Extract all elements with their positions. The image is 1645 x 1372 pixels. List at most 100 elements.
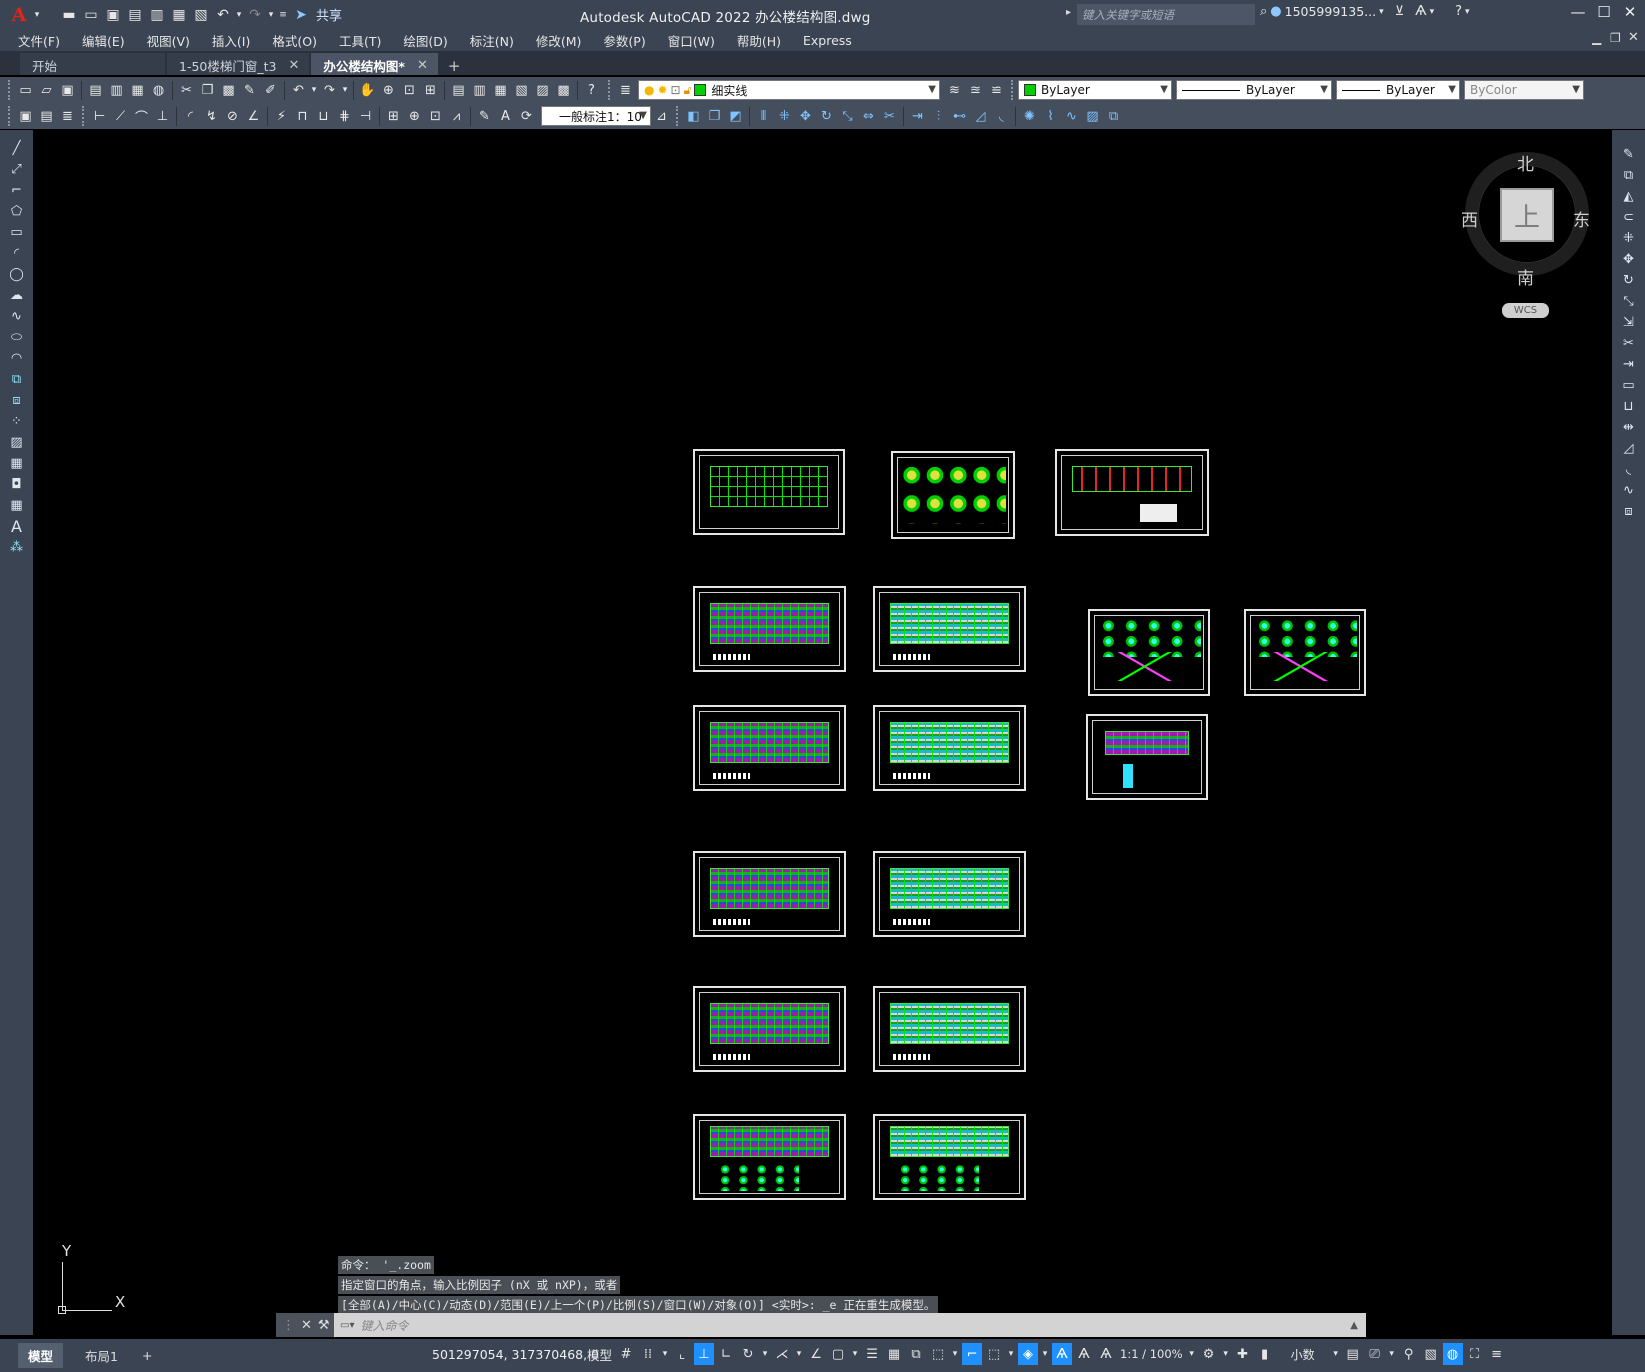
jogged-dim-icon[interactable]: ↯ — [201, 106, 222, 127]
extend-icon[interactable]: ⇥ — [907, 106, 928, 127]
edit-polyline-icon[interactable]: ⌇ — [1040, 106, 1061, 127]
close-window-icon[interactable]: ✕ — [1618, 3, 1642, 21]
save-web-icon[interactable]: ▦ — [168, 4, 190, 26]
layer-on-icon[interactable]: ● — [644, 83, 654, 97]
viewcube-south[interactable]: 南 — [1517, 264, 1534, 289]
explode-icon[interactable]: ⧈ — [1612, 501, 1645, 522]
expand-arrow-icon[interactable]: ▸ — [1066, 7, 1071, 18]
viewcube-west[interactable]: 西 — [1461, 206, 1478, 231]
dim-update-icon[interactable]: ⟳ — [516, 106, 537, 127]
chevron-down-icon[interactable]: ▼ — [928, 84, 936, 95]
dim-style-icon[interactable]: ⊿ — [651, 106, 672, 127]
viewcube-north[interactable]: 北 — [1517, 150, 1534, 175]
menu-parametric[interactable]: 参数(P) — [603, 31, 645, 50]
layer-vp-icon[interactable]: ⊡ — [671, 83, 681, 97]
undo-icon[interactable]: ↶ — [288, 80, 309, 101]
workspace-switch-icon[interactable]: ⚙ — [1199, 1343, 1219, 1365]
chevron-down-icon[interactable]: ▼ — [639, 110, 647, 121]
layer-state-icon[interactable]: ≌ — [986, 80, 1007, 101]
annotation-monitor-icon[interactable]: ✚ — [1233, 1343, 1253, 1365]
graphics-performance-icon[interactable]: ▧ — [1421, 1343, 1441, 1365]
toolbar-grip[interactable] — [8, 106, 12, 126]
drawing-sheet[interactable] — [873, 586, 1026, 672]
layer-properties-icon[interactable]: ≣ — [615, 80, 636, 101]
layer-previous-icon[interactable]: ≊ — [965, 80, 986, 101]
menu-draw[interactable]: 绘图(D) — [403, 31, 447, 50]
open-file-icon[interactable]: ▭ — [80, 4, 102, 26]
array-icon[interactable]: ⁜ — [774, 106, 795, 127]
minimize-window-icon[interactable]: — — [1566, 3, 1590, 21]
drawing-sheet[interactable] — [873, 1114, 1026, 1200]
units-dropdown-icon[interactable]: ▾ — [1331, 1343, 1341, 1365]
zoom-window-icon[interactable]: ⊡ — [399, 80, 420, 101]
join-icon[interactable]: ⇹ — [1612, 417, 1645, 438]
help-icon[interactable]: ? — [1455, 4, 1462, 19]
fillet-icon[interactable]: ◟ — [1612, 459, 1645, 480]
customization-icon[interactable]: ≡ — [1487, 1343, 1507, 1365]
command-prompt-icon[interactable]: ▭▾ — [340, 1320, 354, 1331]
plot-preview-icon[interactable]: ▥ — [106, 80, 127, 101]
snap-icon[interactable]: ⁞⁞ — [638, 1343, 658, 1365]
help-icon[interactable]: ? — [581, 80, 602, 101]
tab-layout1[interactable]: 布局1 — [75, 1343, 128, 1368]
3d-osnap-icon[interactable]: ⬚ — [928, 1343, 948, 1365]
chevron-down-icon[interactable]: ▼ — [1572, 84, 1580, 95]
auto-scale-icon[interactable]: Ѧ — [1074, 1343, 1094, 1365]
zoom-realtime-icon[interactable]: ⊕ — [378, 80, 399, 101]
offset-icon[interactable]: ⫴ — [753, 106, 774, 127]
dim-space-icon[interactable]: ⋕ — [334, 106, 355, 127]
ortho-icon[interactable]: ∟ — [716, 1343, 736, 1365]
offset-icon[interactable]: ⊂ — [1612, 207, 1645, 228]
close-tab-icon[interactable]: ✕ — [417, 58, 428, 73]
command-input[interactable]: 键入命令 — [360, 1317, 408, 1334]
chevron-down-icon[interactable]: ▼ — [1448, 84, 1456, 95]
redo-icon[interactable]: ↷ — [319, 80, 340, 101]
add-selected-icon[interactable]: ⁂ — [0, 537, 33, 558]
gizmo-dropdown-icon[interactable]: ▾ — [1040, 1343, 1050, 1365]
dynamic-ucs-icon[interactable]: ⌐ — [962, 1343, 983, 1365]
mirror-icon[interactable]: ◭ — [1612, 186, 1645, 207]
toolbar-grip[interactable] — [1011, 80, 1015, 100]
redo-dropdown-icon[interactable]: ▾ — [340, 80, 350, 101]
menu-express[interactable]: Express — [803, 33, 852, 48]
autodesk-a360-icon[interactable]: Ѧ — [1415, 4, 1426, 19]
isolate-objects-icon[interactable]: ⚲ — [1399, 1343, 1419, 1365]
add-layout-icon[interactable]: + — [132, 1345, 162, 1366]
menu-dimension[interactable]: 标注(N) — [470, 31, 514, 50]
publish-icon[interactable]: ▦ — [127, 80, 148, 101]
undo-dropdown-icon[interactable]: ▾ — [309, 80, 319, 101]
linear-dim-icon[interactable]: ⊢ — [89, 106, 110, 127]
diameter-dim-icon[interactable]: ⊘ — [222, 106, 243, 127]
isodraft-dropdown-icon[interactable]: ▾ — [794, 1343, 804, 1365]
design-center-icon[interactable]: ▥ — [469, 80, 490, 101]
baseline-dim-icon[interactable]: ⊓ — [292, 106, 313, 127]
doc-close-icon[interactable]: ✕ — [1628, 30, 1639, 45]
doc-restore-icon[interactable]: ❐ — [1610, 31, 1621, 45]
customize-qat-icon[interactable]: ≡ — [276, 4, 290, 26]
array-icon[interactable]: ⁜ — [1612, 228, 1645, 249]
table-icon[interactable]: ▦ — [0, 495, 33, 516]
properties-icon[interactable]: ▤ — [448, 80, 469, 101]
sheet-set-icon[interactable]: ▧ — [511, 80, 532, 101]
rotate-icon[interactable]: ↻ — [1612, 270, 1645, 291]
menu-window[interactable]: 窗口(W) — [668, 31, 715, 50]
quickcalc-icon[interactable]: ▩ — [553, 80, 574, 101]
trim-icon[interactable]: ✂ — [1612, 333, 1645, 354]
polyline-icon[interactable]: ⌐ — [0, 180, 33, 201]
dim-edit-icon[interactable]: ✎ — [474, 106, 495, 127]
selection-cycling-icon[interactable]: ⧉ — [906, 1343, 926, 1365]
infer-constraints-icon[interactable]: ⌞ — [672, 1343, 692, 1365]
pan-icon[interactable]: ✋ — [357, 80, 378, 101]
object-snap-icon[interactable]: ▢ — [828, 1343, 848, 1365]
drawing-sheet[interactable] — [693, 705, 846, 791]
new-tab-icon[interactable]: + — [448, 57, 461, 75]
dimstyle-dropdown[interactable]: 一般标注1：10 ▼ — [541, 106, 651, 126]
maximize-window-icon[interactable]: ☐ — [1592, 3, 1616, 21]
rotate-icon[interactable]: ↻ — [816, 106, 837, 127]
tolerance-icon[interactable]: ⊞ — [383, 106, 404, 127]
annotation-scale-icon[interactable]: Ѧ — [1096, 1343, 1116, 1365]
lock-ui-dropdown-icon[interactable]: ▾ — [1387, 1343, 1397, 1365]
toolbar-grip[interactable] — [82, 106, 86, 126]
edit-array-icon[interactable]: ⧉ — [1103, 106, 1124, 127]
command-history-toggle-icon[interactable]: ▲ — [1350, 1320, 1358, 1331]
